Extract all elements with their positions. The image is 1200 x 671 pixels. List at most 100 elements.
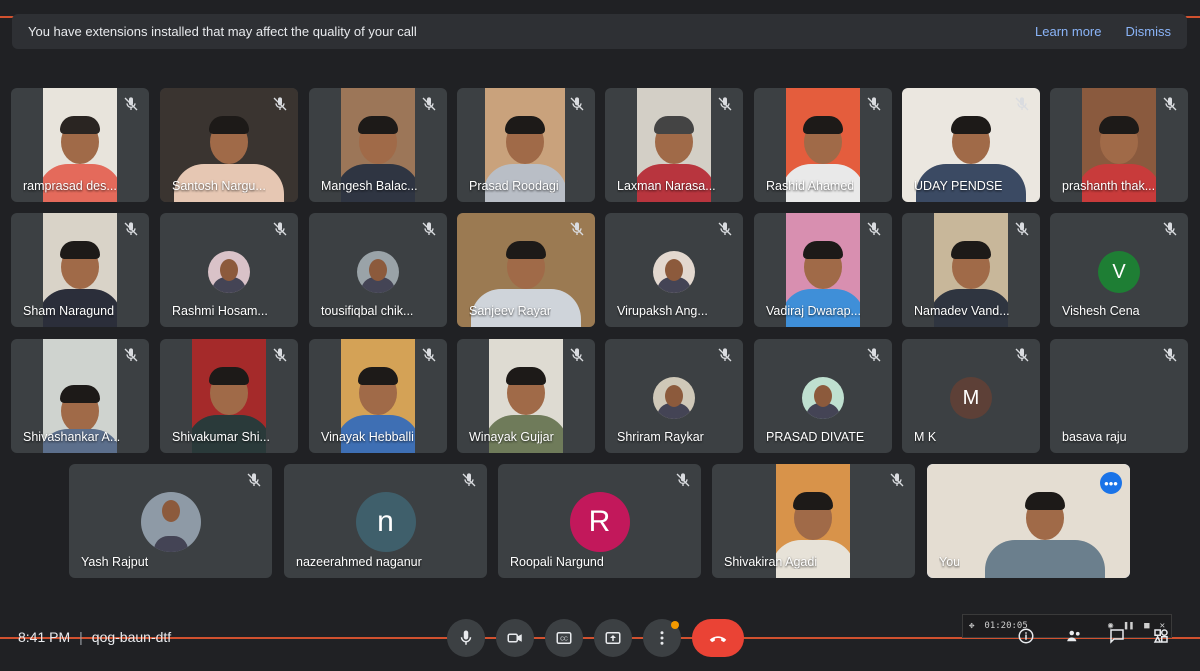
participant-name: ramprasad des... xyxy=(23,179,117,193)
participant-name: Shivakiran Agadi xyxy=(724,555,818,569)
mic-off-icon xyxy=(718,348,732,362)
participant-tile[interactable]: Mangesh Balac... xyxy=(309,88,447,202)
participant-tile[interactable]: Sham Naragund xyxy=(11,213,149,327)
mic-off-icon xyxy=(1015,97,1029,111)
info-button[interactable] xyxy=(1017,627,1035,647)
participant-photo-avatar xyxy=(653,377,695,419)
people-button[interactable] xyxy=(1065,627,1083,647)
chat-icon xyxy=(1110,629,1124,644)
mic-off-icon xyxy=(570,222,584,236)
mic-off-icon xyxy=(570,97,584,111)
participant-row-1: ramprasad des... Santosh Nargu... Manges… xyxy=(0,88,1200,202)
participant-tile[interactable]: Shivashankar A... xyxy=(11,339,149,453)
move-handle-icon[interactable]: ✥ xyxy=(969,621,974,631)
microphone-button[interactable] xyxy=(447,619,485,657)
participant-tile[interactable]: prashanth thak... xyxy=(1050,88,1188,202)
more-options-badge[interactable]: ••• xyxy=(1100,472,1122,494)
dismiss-button[interactable]: Dismiss xyxy=(1126,24,1172,39)
participant-initial-avatar: n xyxy=(355,492,416,552)
participant-tile[interactable]: tousifiqbal chik... xyxy=(309,213,447,327)
participant-tile[interactable]: Santosh Nargu... xyxy=(160,88,298,202)
participant-tile[interactable]: Virupaksh Ang... xyxy=(605,213,743,327)
extension-warning-banner: You have extensions installed that may a… xyxy=(12,14,1187,49)
participant-tile[interactable]: n nazeerahmed naganur xyxy=(284,464,487,578)
mic-off-icon xyxy=(422,97,436,111)
participant-initial-avatar: R xyxy=(569,492,630,552)
participant-name: Vadiraj Dwarap... xyxy=(766,304,861,318)
camera-button[interactable] xyxy=(496,619,534,657)
chat-button[interactable] xyxy=(1108,627,1126,647)
participant-tile[interactable]: Yash Rajput xyxy=(69,464,272,578)
participant-tile[interactable]: Prasad Roodagi xyxy=(457,88,595,202)
hang-up-icon xyxy=(709,636,727,643)
mic-off-icon xyxy=(570,348,584,362)
mic-off-icon xyxy=(676,473,690,487)
mic-off-icon xyxy=(273,97,287,111)
mic-off-icon xyxy=(1015,348,1029,362)
participant-initial-avatar: V xyxy=(1098,251,1140,293)
present-button[interactable] xyxy=(594,619,632,657)
mic-off-icon xyxy=(273,222,287,236)
participant-tile[interactable]: Laxman Narasa... xyxy=(605,88,743,202)
mic-off-icon xyxy=(890,473,904,487)
info-icon xyxy=(1018,628,1034,644)
more-options-button[interactable] xyxy=(643,619,681,657)
participant-tile[interactable]: Shivakumar Shi... xyxy=(160,339,298,453)
participant-tile[interactable]: R Roopali Nargund xyxy=(498,464,701,578)
participant-name: Rashmi Hosam... xyxy=(172,304,268,318)
participant-tile[interactable]: Rashmi Hosam... xyxy=(160,213,298,327)
participant-photo-avatar xyxy=(140,492,201,552)
more-options-icon xyxy=(660,631,664,645)
mic-off-icon xyxy=(422,348,436,362)
participant-tile[interactable]: UDAY PENDSE xyxy=(902,88,1040,202)
participant-tile[interactable]: Namadev Vand... xyxy=(902,213,1040,327)
mic-off-icon xyxy=(462,473,476,487)
participant-row-3: Shivashankar A... Shivakumar Shi... Vina… xyxy=(0,339,1200,453)
participant-initial-avatar: M xyxy=(950,377,992,419)
participant-tile[interactable]: Rashid Ahamed xyxy=(754,88,892,202)
participant-name: Roopali Nargund xyxy=(510,555,604,569)
participant-tile[interactable]: V Vishesh Cena xyxy=(1050,213,1188,327)
participant-row-2: Sham Naragund Rashmi Hosam... tousifiqba… xyxy=(0,213,1200,327)
participant-name: prashanth thak... xyxy=(1062,179,1156,193)
participant-name: Yash Rajput xyxy=(81,555,149,569)
participant-name: Prasad Roodagi xyxy=(469,179,559,193)
participant-tile[interactable]: Vinayak Hebballi xyxy=(309,339,447,453)
participant-name: Shivakumar Shi... xyxy=(172,430,270,444)
participant-name: PRASAD DIVATE xyxy=(766,430,865,444)
mic-off-icon xyxy=(124,97,138,111)
learn-more-link[interactable]: Learn more xyxy=(1035,24,1101,39)
participant-name: Shriram Raykar xyxy=(617,430,704,444)
mic-off-icon xyxy=(867,97,881,111)
participant-tile[interactable]: Shriram Raykar xyxy=(605,339,743,453)
mic-off-icon xyxy=(1015,222,1029,236)
participant-name: You xyxy=(939,555,961,569)
participant-tile[interactable]: PRASAD DIVATE xyxy=(754,339,892,453)
participant-name: Winayak Gujjar xyxy=(469,430,554,444)
camera-icon xyxy=(507,633,522,643)
self-view-tile[interactable]: ••• You xyxy=(927,464,1130,578)
participant-tile[interactable]: M M K xyxy=(902,339,1040,453)
notification-dot xyxy=(671,621,679,629)
mic-off-icon xyxy=(273,348,287,362)
participant-name: Sanjeev Rayar xyxy=(469,304,551,318)
participant-tile[interactable]: Winayak Gujjar xyxy=(457,339,595,453)
participant-name: Namadev Vand... xyxy=(914,304,1010,318)
participant-tile[interactable]: basava raju xyxy=(1050,339,1188,453)
banner-message: You have extensions installed that may a… xyxy=(28,24,417,39)
svg-text:CC: CC xyxy=(560,637,568,643)
activities-button[interactable] xyxy=(1152,627,1170,647)
participant-tile[interactable]: Vadiraj Dwarap... xyxy=(754,213,892,327)
participant-row-4: Yash Rajput n nazeerahmed naganur R Roop… xyxy=(0,464,1200,578)
stop-icon[interactable]: ■ xyxy=(1144,621,1149,631)
captions-button[interactable]: CC xyxy=(545,619,583,657)
participant-name: nazeerahmed naganur xyxy=(296,555,422,569)
participant-tile[interactable]: Sanjeev Rayar xyxy=(457,213,595,327)
participant-tile[interactable]: ramprasad des... xyxy=(11,88,149,202)
participant-tile[interactable]: Shivakiran Agadi xyxy=(712,464,915,578)
hang-up-button[interactable] xyxy=(692,619,744,657)
mic-off-icon xyxy=(1163,97,1177,111)
mic-off-icon xyxy=(1163,222,1177,236)
microphone-icon xyxy=(460,630,472,645)
mic-off-icon xyxy=(867,222,881,236)
